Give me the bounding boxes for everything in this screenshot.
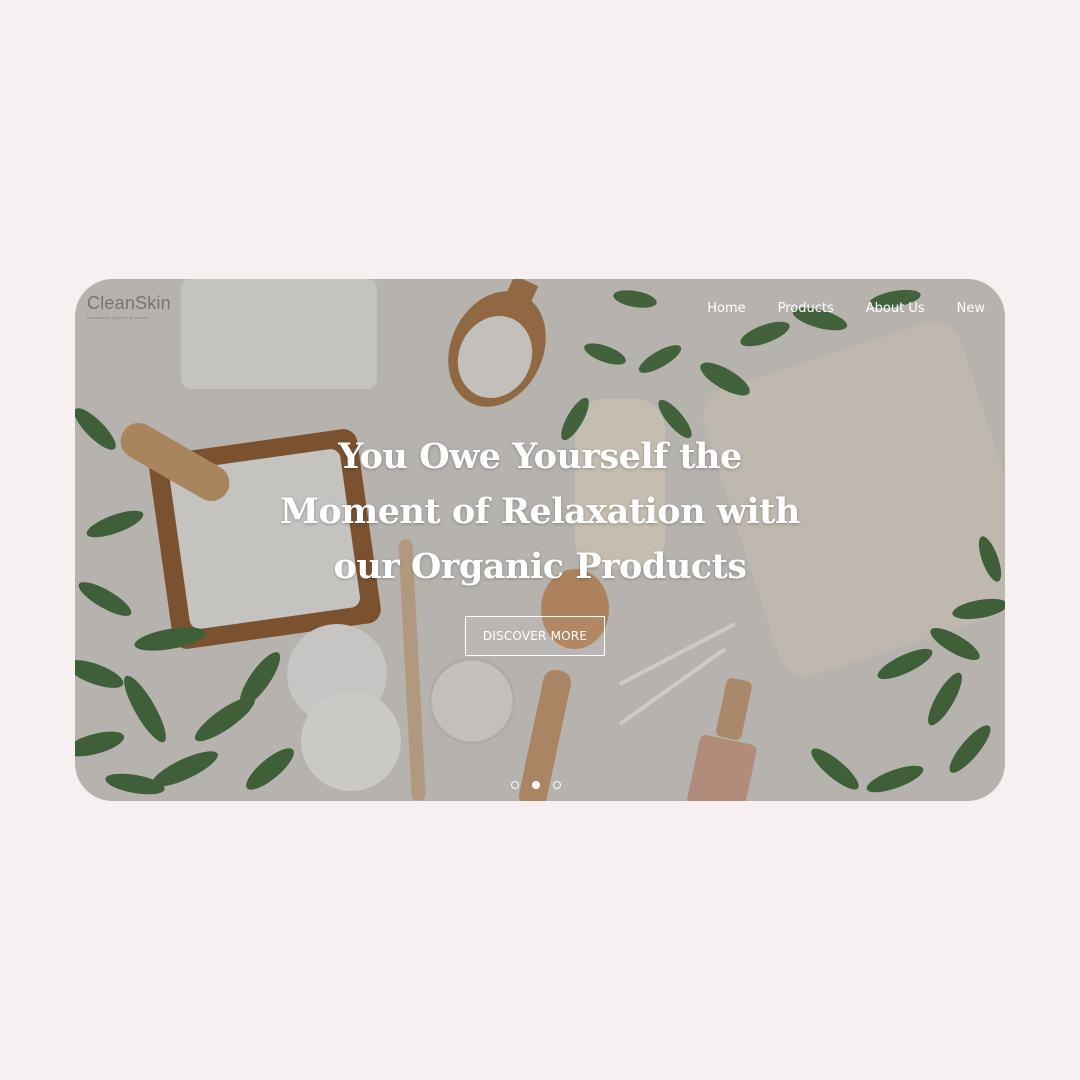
- nav-item-about-us[interactable]: About Us: [866, 301, 925, 316]
- slide-dot-3[interactable]: [553, 781, 561, 789]
- slide-dot-1[interactable]: [511, 781, 519, 789]
- main-nav: Home Products About Us New: [707, 301, 985, 316]
- discover-more-button[interactable]: DISCOVER MORE: [465, 616, 605, 656]
- headline-line: Moment of Relaxation with: [280, 491, 800, 532]
- nav-item-new[interactable]: New: [957, 301, 985, 316]
- nav-item-products[interactable]: Products: [778, 301, 834, 316]
- brand-tagline: handmade organic products: [87, 315, 150, 320]
- brand-name: CleanSkin: [87, 293, 171, 313]
- brand-logo[interactable]: CleanSkin handmade organic products: [87, 293, 171, 320]
- slider-pagination: [511, 781, 561, 789]
- slide-dot-2[interactable]: [532, 781, 540, 789]
- headline-line: our Organic Products: [333, 546, 747, 587]
- hero-slider: CleanSkin handmade organic products Home…: [75, 279, 1005, 801]
- headline-line: You Owe Yourself the: [338, 436, 742, 477]
- nav-item-home[interactable]: Home: [707, 301, 745, 316]
- hero-headline: You Owe Yourself the Moment of Relaxatio…: [75, 429, 1005, 594]
